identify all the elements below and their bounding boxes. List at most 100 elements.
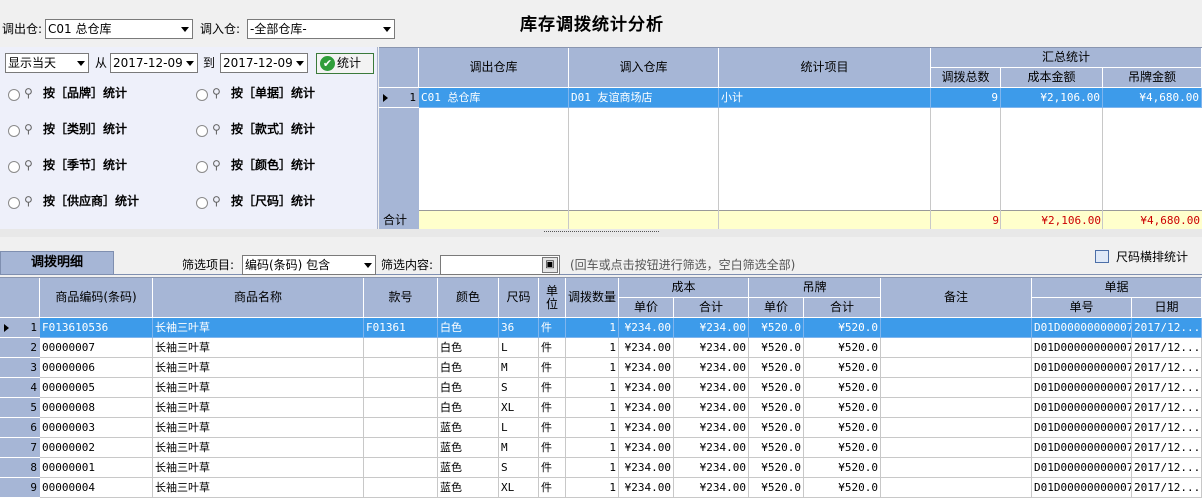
cell-tp: ¥520.0 xyxy=(749,398,804,418)
check-icon: ✔ xyxy=(320,56,335,71)
col-header-tag-total[interactable]: 合计 xyxy=(804,298,881,318)
cell-cp: ¥234.00 xyxy=(619,478,674,498)
col-header-tag[interactable]: 吊牌 xyxy=(749,278,881,298)
col-header-out-warehouse[interactable]: 调出仓库 xyxy=(419,48,569,88)
to-date-picker[interactable]: 2017-12-09 xyxy=(220,53,308,73)
cell-style xyxy=(364,478,438,498)
cell-tp: ¥520.0 xyxy=(749,478,804,498)
cell-size: 36 xyxy=(499,318,539,338)
col-header-tag[interactable]: 吊牌金额 xyxy=(1103,68,1202,88)
radio-button[interactable] xyxy=(196,161,208,173)
radio-button[interactable] xyxy=(196,89,208,101)
col-header-qty[interactable]: 调拨总数 xyxy=(931,68,1001,88)
col-header-qty[interactable]: 调拨数量 xyxy=(566,278,619,318)
total-label: 合计 xyxy=(379,210,419,230)
col-header-unit[interactable]: 单位 xyxy=(539,278,566,318)
col-header-code[interactable]: 商品编码(条码) xyxy=(40,278,153,318)
col-header-cost[interactable]: 成本 xyxy=(619,278,749,298)
cell-ct: ¥234.00 xyxy=(674,338,749,358)
col-header-doc-no[interactable]: 单号 xyxy=(1032,298,1132,318)
radio-button[interactable] xyxy=(196,197,208,209)
cell-size: M xyxy=(499,438,539,458)
radio-button[interactable] xyxy=(8,125,20,137)
cell-tt: ¥520.0 xyxy=(804,398,881,418)
cell-cost: ¥2,106.00 xyxy=(1001,88,1103,108)
cell-color: 白色 xyxy=(438,338,499,358)
cell-tt: ¥520.0 xyxy=(804,458,881,478)
col-header-cost-price[interactable]: 单价 xyxy=(619,298,674,318)
col-header-cost[interactable]: 成本金额 xyxy=(1001,68,1103,88)
col-header-cost-total[interactable]: 合计 xyxy=(674,298,749,318)
cell-name: 长袖三叶草 xyxy=(153,318,364,338)
cell-color: 白色 xyxy=(438,358,499,378)
col-header-tag-price[interactable]: 单价 xyxy=(749,298,804,318)
cell-ct: ¥234.00 xyxy=(674,478,749,498)
period-select[interactable]: 显示当天 xyxy=(5,53,89,73)
cell-date: 2017/12... xyxy=(1132,378,1202,398)
stat-button[interactable]: ✔ 统计 xyxy=(316,53,374,74)
cell-ct: ¥234.00 xyxy=(674,438,749,458)
image-icon: ▣ xyxy=(545,259,555,270)
from-date-picker[interactable]: 2017-12-09 xyxy=(110,53,198,73)
radio-button[interactable] xyxy=(8,197,20,209)
stat-option-label[interactable]: 按［款式］统计 xyxy=(231,122,315,136)
cell-name: 长袖三叶草 xyxy=(153,418,364,438)
tab-detail[interactable]: 调拨明细 xyxy=(0,251,114,275)
cell-color: 蓝色 xyxy=(438,418,499,438)
cell-doc: D01D00000000007 xyxy=(1032,318,1132,338)
cell-unit: 件 xyxy=(539,478,566,498)
col-header-in-warehouse[interactable]: 调入仓库 xyxy=(569,48,719,88)
cell-cp: ¥234.00 xyxy=(619,418,674,438)
cell-date: 2017/12... xyxy=(1132,438,1202,458)
pin-icon: ⚲ xyxy=(24,194,33,208)
total-tag: ¥4,680.00 xyxy=(1140,214,1200,227)
cell-cp: ¥234.00 xyxy=(619,378,674,398)
stat-option-label[interactable]: 按［单据］统计 xyxy=(231,86,315,100)
cell-doc: D01D00000000007 xyxy=(1032,438,1132,458)
col-header-color[interactable]: 颜色 xyxy=(438,278,499,318)
stat-option-label[interactable]: 按［颜色］统计 xyxy=(231,158,315,172)
size-stat-link[interactable]: 尺码横排统计 xyxy=(1116,247,1188,267)
stat-option-label[interactable]: 按［供应商］统计 xyxy=(43,194,139,208)
stat-option-label[interactable]: 按［类别］统计 xyxy=(43,122,127,136)
cell-code: F013610536 xyxy=(40,318,153,338)
cell-code: 00000002 xyxy=(40,438,153,458)
cell-size: L xyxy=(499,418,539,438)
cell-date: 2017/12... xyxy=(1132,418,1202,438)
cell-code: 00000005 xyxy=(40,378,153,398)
cell-size: XL xyxy=(499,398,539,418)
radio-button[interactable] xyxy=(8,89,20,101)
cell-style xyxy=(364,418,438,438)
column-divider xyxy=(930,88,931,230)
col-header-style[interactable]: 款号 xyxy=(364,278,438,318)
cell-style xyxy=(364,398,438,418)
cell-tt: ¥520.0 xyxy=(804,378,881,398)
col-header-remark[interactable]: 备注 xyxy=(881,278,1032,318)
in-warehouse-select[interactable]: -全部仓库- xyxy=(247,19,395,39)
cell-tt: ¥520.0 xyxy=(804,418,881,438)
col-header-stat-item[interactable]: 统计项目 xyxy=(719,48,931,88)
cell-tp: ¥520.0 xyxy=(749,358,804,378)
stat-option-label[interactable]: 按［季节］统计 xyxy=(43,158,127,172)
cell-date: 2017/12... xyxy=(1132,458,1202,478)
stat-option-label[interactable]: 按［尺码］统计 xyxy=(231,194,315,208)
col-header-doc-date[interactable]: 日期 xyxy=(1132,298,1202,318)
stat-option-label[interactable]: 按［品牌］统计 xyxy=(43,86,127,100)
filter-item-select[interactable]: 编码(条码) 包含 xyxy=(242,255,376,275)
cell-out_wh: C01 总仓库 xyxy=(419,88,569,108)
out-warehouse-select[interactable]: C01 总仓库 xyxy=(45,19,193,39)
col-header-size[interactable]: 尺码 xyxy=(499,278,539,318)
cell-size: M xyxy=(499,358,539,378)
cell-item: 小计 xyxy=(719,88,931,108)
cell-qty: 1 xyxy=(566,358,619,378)
cell-tt: ¥520.0 xyxy=(804,478,881,498)
radio-button[interactable] xyxy=(8,161,20,173)
chevron-down-icon xyxy=(383,27,391,32)
cell-size: XL xyxy=(499,478,539,498)
filter-button[interactable]: ▣ xyxy=(542,257,558,273)
to-date-value: 2017-12-09 xyxy=(223,56,293,70)
cell-unit: 件 xyxy=(539,378,566,398)
col-header-name[interactable]: 商品名称 xyxy=(153,278,364,318)
radio-button[interactable] xyxy=(196,125,208,137)
col-header-doc[interactable]: 单据 xyxy=(1032,278,1202,298)
